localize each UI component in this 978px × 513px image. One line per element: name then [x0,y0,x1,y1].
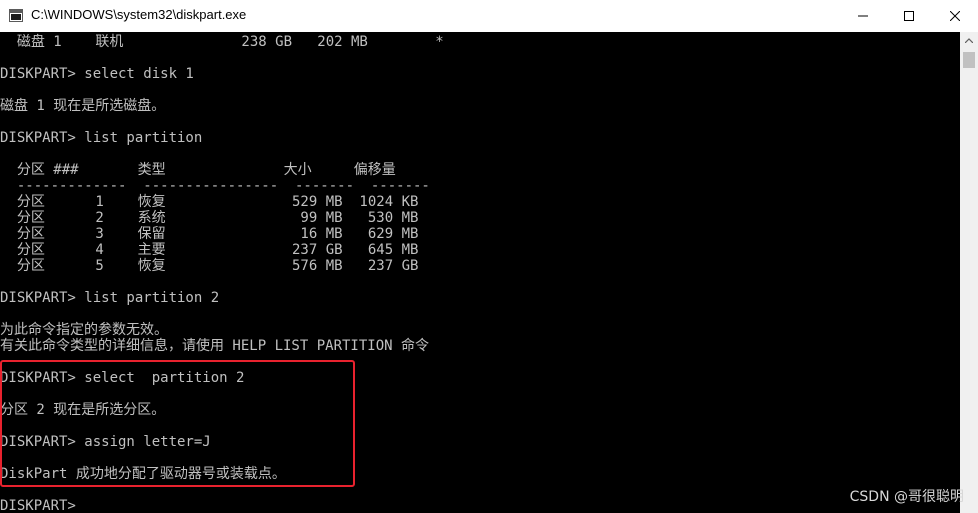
chevron-up-icon [965,38,973,43]
minimize-icon [858,15,868,17]
console-line: DISKPART> select disk 1 [0,66,194,82]
console-line: 分区 3 保留 16 MB 629 MB [0,226,419,242]
maximize-button[interactable] [886,0,932,32]
scroll-up-button[interactable] [960,32,978,49]
console-line: 有关此命令类型的详细信息，请使用 HELP LIST PARTITION 命令 [0,338,430,354]
console-line: 磁盘 1 联机 238 GB 202 MB * [0,34,444,50]
highlight-annotation-box [0,360,355,487]
close-icon [950,11,960,21]
console-line: DISKPART> list partition 2 [0,290,220,306]
console-window-icon [9,9,23,22]
console-line: 为此命令指定的参数无效。 [0,322,168,338]
console-line: 分区 ### 类型 大小 偏移量 [0,162,396,178]
scroll-thumb[interactable] [963,52,975,68]
title-bar[interactable]: C:\WINDOWS\system32\diskpart.exe [0,0,978,33]
console-line: ------------- ---------------- ------- -… [0,178,430,194]
console-line: 分区 4 主要 237 GB 645 MB [0,242,419,258]
vertical-scrollbar[interactable] [960,32,978,513]
maximize-icon [904,11,914,21]
console-line: 磁盘 1 现在是所选磁盘。 [0,98,166,114]
console-line: DISKPART> list partition [0,130,203,146]
console-line: 分区 1 恢复 529 MB 1024 KB [0,194,419,210]
console-line: 分区 5 恢复 576 MB 237 GB [0,258,419,274]
watermark-text: CSDN @哥很聪明 [849,489,964,505]
console-prompt[interactable]: DISKPART> [0,498,84,513]
window-title: C:\WINDOWS\system32\diskpart.exe [31,7,247,22]
close-button[interactable] [932,0,978,32]
console-line: 分区 2 系统 99 MB 530 MB [0,210,419,226]
minimize-button[interactable] [840,0,886,32]
diskpart-window: C:\WINDOWS\system32\diskpart.exe 磁盘 1 联机… [0,0,978,513]
